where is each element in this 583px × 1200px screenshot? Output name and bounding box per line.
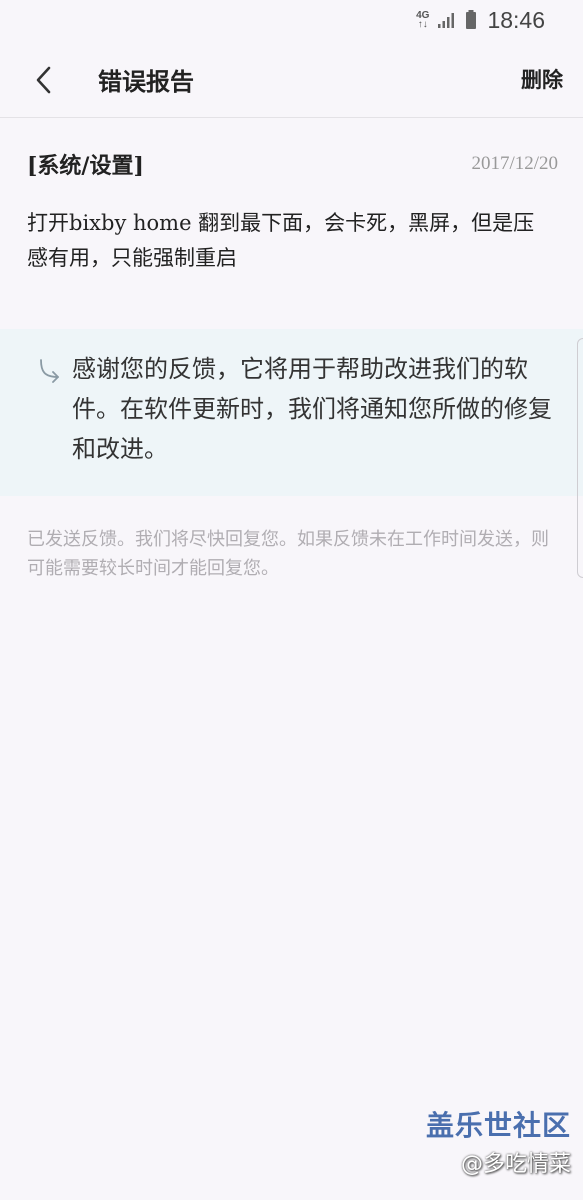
scrollbar[interactable] [577, 338, 583, 578]
status-bar: 4G ↑↓ 18:46 [0, 0, 583, 40]
report-card: [系统/设置] 2017/12/20 打开bixby home 翻到最下面，会卡… [0, 118, 583, 328]
report-body: 打开bixby home 翻到最下面，会卡死，黑屏，但是压感有用，只能强制重启 [27, 211, 535, 270]
report-date: 2017/12/20 [471, 153, 558, 174]
feedback-sent-note: 已发送反馈。我们将尽快回复您。如果反馈未在工作时间发送，则可能需要较长时间才能回… [27, 529, 549, 579]
data-activity-icon: ↑↓ [417, 19, 428, 30]
app-bar: 错误报告 删除 [0, 40, 583, 118]
battery-icon [466, 10, 477, 29]
signal-icon [438, 13, 455, 28]
reply-card: 感谢您的反馈，它将用于帮助改进我们的软件。在软件更新时，我们将通知您所做的修复和… [0, 329, 583, 496]
back-button[interactable] [24, 60, 64, 100]
network-indicator: 4G ↑↓ [416, 11, 429, 30]
chevron-left-icon [36, 66, 51, 94]
reply-arrow-icon [40, 359, 59, 383]
reply-text: 感谢您的反馈，它将用于帮助改进我们的软件。在软件更新时，我们将通知您所做的修复和… [72, 355, 552, 463]
report-category: [系统/设置] [27, 153, 144, 179]
watermark-user: @多吃情菜 [460, 1152, 571, 1177]
watermark: 盖乐世社区 @多吃情菜 [426, 1104, 571, 1178]
clock: 18:46 [487, 6, 545, 33]
watermark-community: 盖乐世社区 [425, 1109, 571, 1142]
page-title: 错误报告 [98, 67, 194, 96]
delete-button[interactable]: 删除 [521, 64, 563, 94]
